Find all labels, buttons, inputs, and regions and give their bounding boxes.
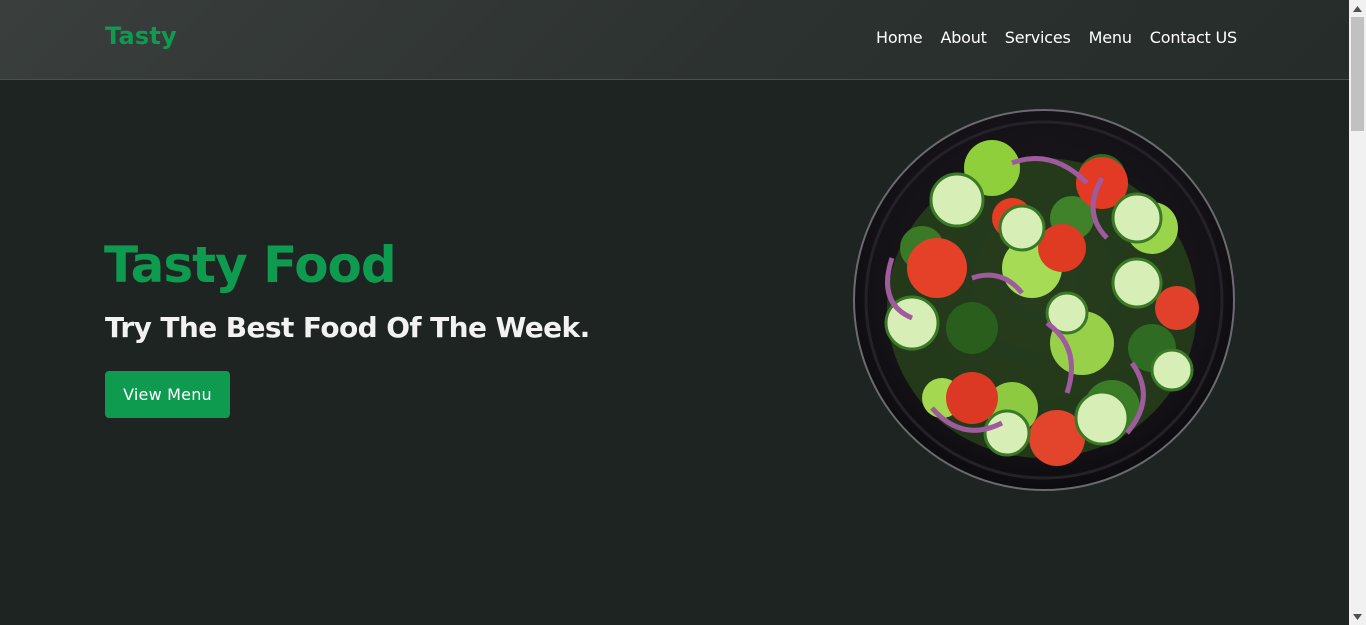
hero-title: Tasty Food bbox=[104, 236, 397, 294]
view-menu-button[interactable]: View Menu bbox=[105, 371, 230, 418]
scrollbar-thumb[interactable] bbox=[1351, 17, 1364, 131]
page: Tasty Home About Services Menu Contact U… bbox=[0, 0, 1366, 625]
nav-link-contact[interactable]: Contact US bbox=[1150, 28, 1237, 47]
scroll-down-arrow-icon[interactable] bbox=[1349, 608, 1366, 625]
nav-link-about[interactable]: About bbox=[940, 28, 987, 47]
vertical-scrollbar[interactable] bbox=[1349, 0, 1366, 625]
site-logo[interactable]: Tasty bbox=[105, 22, 177, 50]
salad-bowl-image bbox=[853, 109, 1235, 491]
site-header: Tasty Home About Services Menu Contact U… bbox=[0, 0, 1349, 80]
nav-link-services[interactable]: Services bbox=[1005, 28, 1071, 47]
main-nav: Home About Services Menu Contact US bbox=[876, 28, 1237, 47]
viewport: Tasty Home About Services Menu Contact U… bbox=[0, 0, 1349, 625]
scroll-up-arrow-icon[interactable] bbox=[1349, 0, 1366, 17]
nav-link-home[interactable]: Home bbox=[876, 28, 923, 47]
nav-link-menu[interactable]: Menu bbox=[1089, 28, 1132, 47]
hero-subtitle: Try The Best Food Of The Week. bbox=[105, 311, 590, 344]
